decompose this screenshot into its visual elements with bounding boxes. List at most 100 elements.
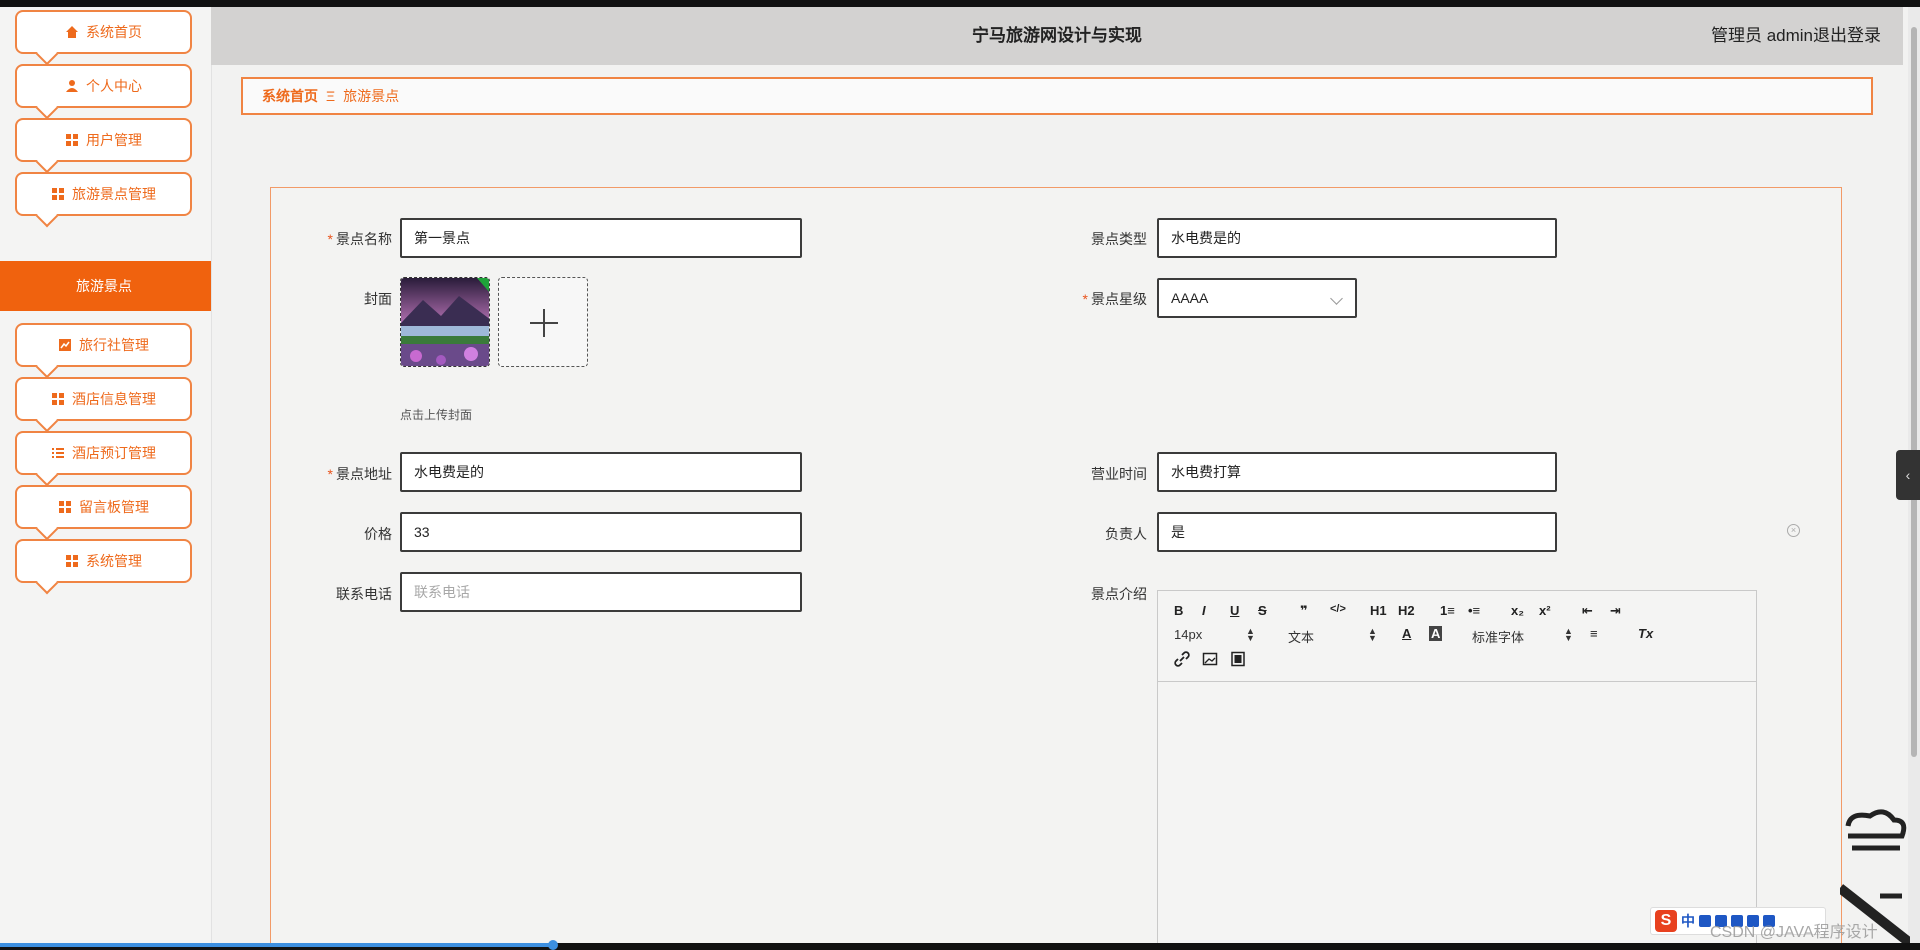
superscript-button[interactable]: x² [1539, 603, 1551, 618]
chevron-left-icon[interactable]: ‹ [1896, 450, 1920, 500]
outdent-button[interactable]: ⇤ [1582, 603, 1593, 619]
watermark-text: CSDN @JAVA程序设计 [1710, 924, 1878, 941]
sidebar: 系统首页 个人中心 用户管理 旅游景点管理 旅游景点 旅行社管理 酒店信息管理 … [0, 7, 212, 943]
sidebar-item-label: 旅行社管理 [79, 337, 149, 353]
name-input[interactable]: 第一景点 [400, 218, 802, 258]
subscript-button[interactable]: x₂ [1511, 603, 1524, 618]
bold-button[interactable]: B [1174, 603, 1183, 618]
sidebar-item-hotels[interactable]: 酒店信息管理 [15, 377, 192, 421]
sidebar-item-label: 个人中心 [86, 78, 142, 94]
name-label: * 景点名称 [327, 231, 392, 247]
clear-icon[interactable]: × [1787, 524, 1800, 537]
select-arrows-icon: ▲ ▼ [1246, 626, 1255, 643]
manager-label: 负责人 [1105, 526, 1147, 542]
font-color-button[interactable]: A [1402, 626, 1411, 641]
hours-label: 营业时间 [1091, 466, 1147, 482]
phone-input[interactable]: 联系电话 [400, 572, 802, 612]
breadcrumb-home[interactable]: 系统首页 [262, 86, 318, 106]
plus-icon-vertical [543, 309, 545, 337]
grid-icon [52, 393, 64, 405]
sidebar-item-agencies[interactable]: 旅行社管理 [15, 323, 192, 367]
italic-button[interactable]: I [1202, 603, 1206, 618]
sidebar-item-messages[interactable]: 留言板管理 [15, 485, 192, 529]
scrollbar-thumb[interactable] [1911, 27, 1917, 757]
sidebar-item-label: 系统首页 [86, 24, 142, 40]
address-input[interactable]: 水电费是的 [400, 452, 802, 492]
intro-editor[interactable]: B I U S ❞ </> H1 H2 1≡ •≡ x₂ x² ⇤ ⇥ 14px… [1157, 590, 1757, 950]
strike-button[interactable]: S [1258, 603, 1267, 618]
breadcrumb-separator-icon: Ξ [326, 88, 336, 104]
upload-hint: 点击上传封面 [400, 408, 473, 422]
level-select-value: AAAA [1171, 290, 1209, 306]
phone-label: 联系电话 [336, 586, 392, 602]
ime-language[interactable]: 中 [1681, 911, 1695, 931]
upload-cover-button[interactable] [498, 277, 588, 367]
video-progress-handle[interactable] [548, 940, 558, 950]
font-family-select[interactable]: 标准字体 ▲ ▼ [1472, 626, 1573, 646]
breadcrumb: 系统首页 Ξ 旅游景点 [241, 77, 1873, 115]
sogou-logo-icon: S [1655, 910, 1677, 932]
home-icon [66, 26, 78, 38]
video-progress-bar[interactable] [0, 943, 555, 947]
price-label: 价格 [364, 526, 392, 542]
block-type-select[interactable]: 文本 ▲ ▼ [1288, 627, 1378, 646]
indent-button[interactable]: ⇥ [1610, 603, 1621, 619]
page-title: 宁马旅游网设计与实现 [972, 26, 1142, 45]
sidebar-subitem-attractions[interactable]: 旅游景点 [0, 261, 211, 311]
cover-label: 封面 [364, 291, 392, 307]
chart-icon [59, 339, 71, 351]
video-icon[interactable] [1230, 651, 1246, 667]
sidebar-item-personal[interactable]: 个人中心 [15, 64, 192, 108]
user-icon [66, 80, 78, 92]
sidebar-item-label: 用户管理 [86, 132, 142, 148]
image-icon[interactable] [1202, 651, 1218, 667]
font-size-select[interactable]: 14px ▲ ▼ [1174, 626, 1255, 643]
top-header: 宁马旅游网设计与实现 管理员 admin 退出登录 [211, 7, 1903, 65]
bullet-list-button[interactable]: •≡ [1468, 603, 1480, 618]
select-arrows-icon: ▲ ▼ [1368, 626, 1377, 643]
grid-icon [59, 501, 71, 513]
screen-top-edge [0, 0, 1920, 7]
level-label: * 景点星级 [1082, 291, 1147, 307]
link-icon[interactable] [1174, 651, 1190, 667]
background-color-button[interactable]: A [1429, 626, 1443, 641]
level-select[interactable]: AAAA [1157, 278, 1357, 318]
underline-button[interactable]: U [1230, 603, 1239, 618]
breadcrumb-current: 旅游景点 [343, 88, 400, 104]
list-icon [52, 448, 64, 458]
address-label: * 景点地址 [327, 466, 392, 482]
sidebar-item-attractions[interactable]: 旅游景点管理 [15, 172, 192, 216]
sidebar-item-home[interactable]: 系统首页 [15, 10, 192, 54]
sidebar-item-label: 旅游景点管理 [72, 186, 156, 202]
grid-icon [66, 134, 78, 146]
h1-button[interactable]: H1 [1370, 603, 1387, 618]
editor-toolbar: B I U S ❞ </> H1 H2 1≡ •≡ x₂ x² ⇤ ⇥ 14px… [1158, 591, 1756, 682]
select-arrows-icon: ▲ ▼ [1564, 626, 1573, 643]
current-user: 管理员 admin [1710, 26, 1813, 45]
hours-input[interactable]: 水电费打算 [1157, 452, 1557, 492]
logout-button[interactable]: 退出登录 [1813, 7, 1881, 65]
manager-input[interactable]: 是 [1157, 512, 1557, 552]
align-button[interactable]: ≡ [1590, 626, 1598, 641]
quote-button[interactable]: ❞ [1300, 603, 1308, 619]
intro-label: 景点介绍 [1091, 586, 1147, 602]
ordered-list-button[interactable]: 1≡ [1440, 603, 1455, 618]
code-button[interactable]: </> [1330, 603, 1346, 615]
required-mark: * [327, 231, 333, 247]
cover-image-picture [401, 278, 489, 366]
sidebar-item-label: 酒店预订管理 [72, 445, 156, 461]
sidebar-item-users[interactable]: 用户管理 [15, 118, 192, 162]
h2-button[interactable]: H2 [1398, 603, 1415, 618]
chevron-down-icon [1330, 292, 1343, 305]
sidebar-item-label: 系统管理 [86, 553, 142, 569]
sidebar-item-bookings[interactable]: 酒店预订管理 [15, 431, 192, 475]
grid-icon [66, 555, 78, 567]
clear-format-button[interactable]: Tx [1638, 626, 1653, 641]
sidebar-item-label: 酒店信息管理 [72, 391, 156, 407]
cover-image[interactable] [400, 277, 490, 367]
price-input[interactable]: 33 [400, 512, 802, 552]
grid-icon [52, 188, 64, 200]
sidebar-item-label: 留言板管理 [79, 499, 149, 515]
type-input[interactable]: 水电费是的 [1157, 218, 1557, 258]
sidebar-item-system[interactable]: 系统管理 [15, 539, 192, 583]
